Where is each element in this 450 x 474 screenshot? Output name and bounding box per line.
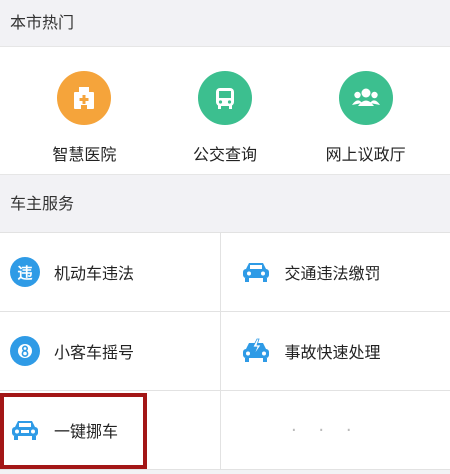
people-icon — [338, 71, 393, 125]
car-services-grid: 违 机动车违法 交通违法缴罚 小客车摇号 事故快速处理 一键挪车 · · · — [0, 232, 450, 470]
more-services-button[interactable]: · · · — [219, 391, 450, 469]
car-section-title: 车主服务 — [10, 194, 75, 213]
hot-item-label: 智慧医院 — [52, 145, 117, 164]
service-one-click-move-car[interactable]: 一键挪车 — [0, 391, 220, 469]
car-icon — [241, 257, 271, 287]
grid-row: 一键挪车 · · · — [0, 391, 450, 470]
hot-services-panel: 智慧医院 公交查询 网上议政厅 — [0, 46, 450, 175]
hot-item-online-hall[interactable]: 网上议政厅 — [311, 47, 421, 165]
lottery-icon — [10, 336, 40, 366]
hot-section-title: 本市热门 — [10, 13, 75, 32]
hot-section-header: 本市热门 — [0, 0, 450, 46]
violation-icon: 违 — [10, 257, 40, 287]
more-icon: · · · — [290, 419, 360, 441]
service-label: 事故快速处理 — [284, 343, 381, 362]
hot-item-bus-query[interactable]: 公交查询 — [170, 47, 280, 165]
hospital-icon — [57, 71, 112, 125]
service-car-lottery[interactable]: 小客车摇号 — [0, 312, 220, 390]
grid-row: 违 机动车违法 交通违法缴罚 — [0, 233, 450, 312]
car-section-header: 车主服务 — [0, 175, 450, 232]
hot-item-label: 公交查询 — [192, 145, 257, 164]
highlight-box — [0, 393, 147, 469]
service-vehicle-violation[interactable]: 违 机动车违法 — [0, 233, 220, 311]
accident-car-icon — [241, 336, 271, 366]
bus-icon — [197, 71, 252, 125]
grid-row: 小客车摇号 事故快速处理 — [0, 312, 450, 391]
service-label: 交通违法缴罚 — [284, 264, 381, 283]
service-label: 机动车违法 — [54, 264, 135, 283]
service-label: 小客车摇号 — [54, 343, 135, 362]
hot-item-label: 网上议政厅 — [325, 145, 406, 164]
service-accident-quick-handling[interactable]: 事故快速处理 — [219, 312, 450, 390]
hot-item-smart-hospital[interactable]: 智慧医院 — [29, 47, 139, 165]
violation-glyph: 违 — [17, 263, 33, 282]
service-traffic-fine-payment[interactable]: 交通违法缴罚 — [219, 233, 450, 311]
